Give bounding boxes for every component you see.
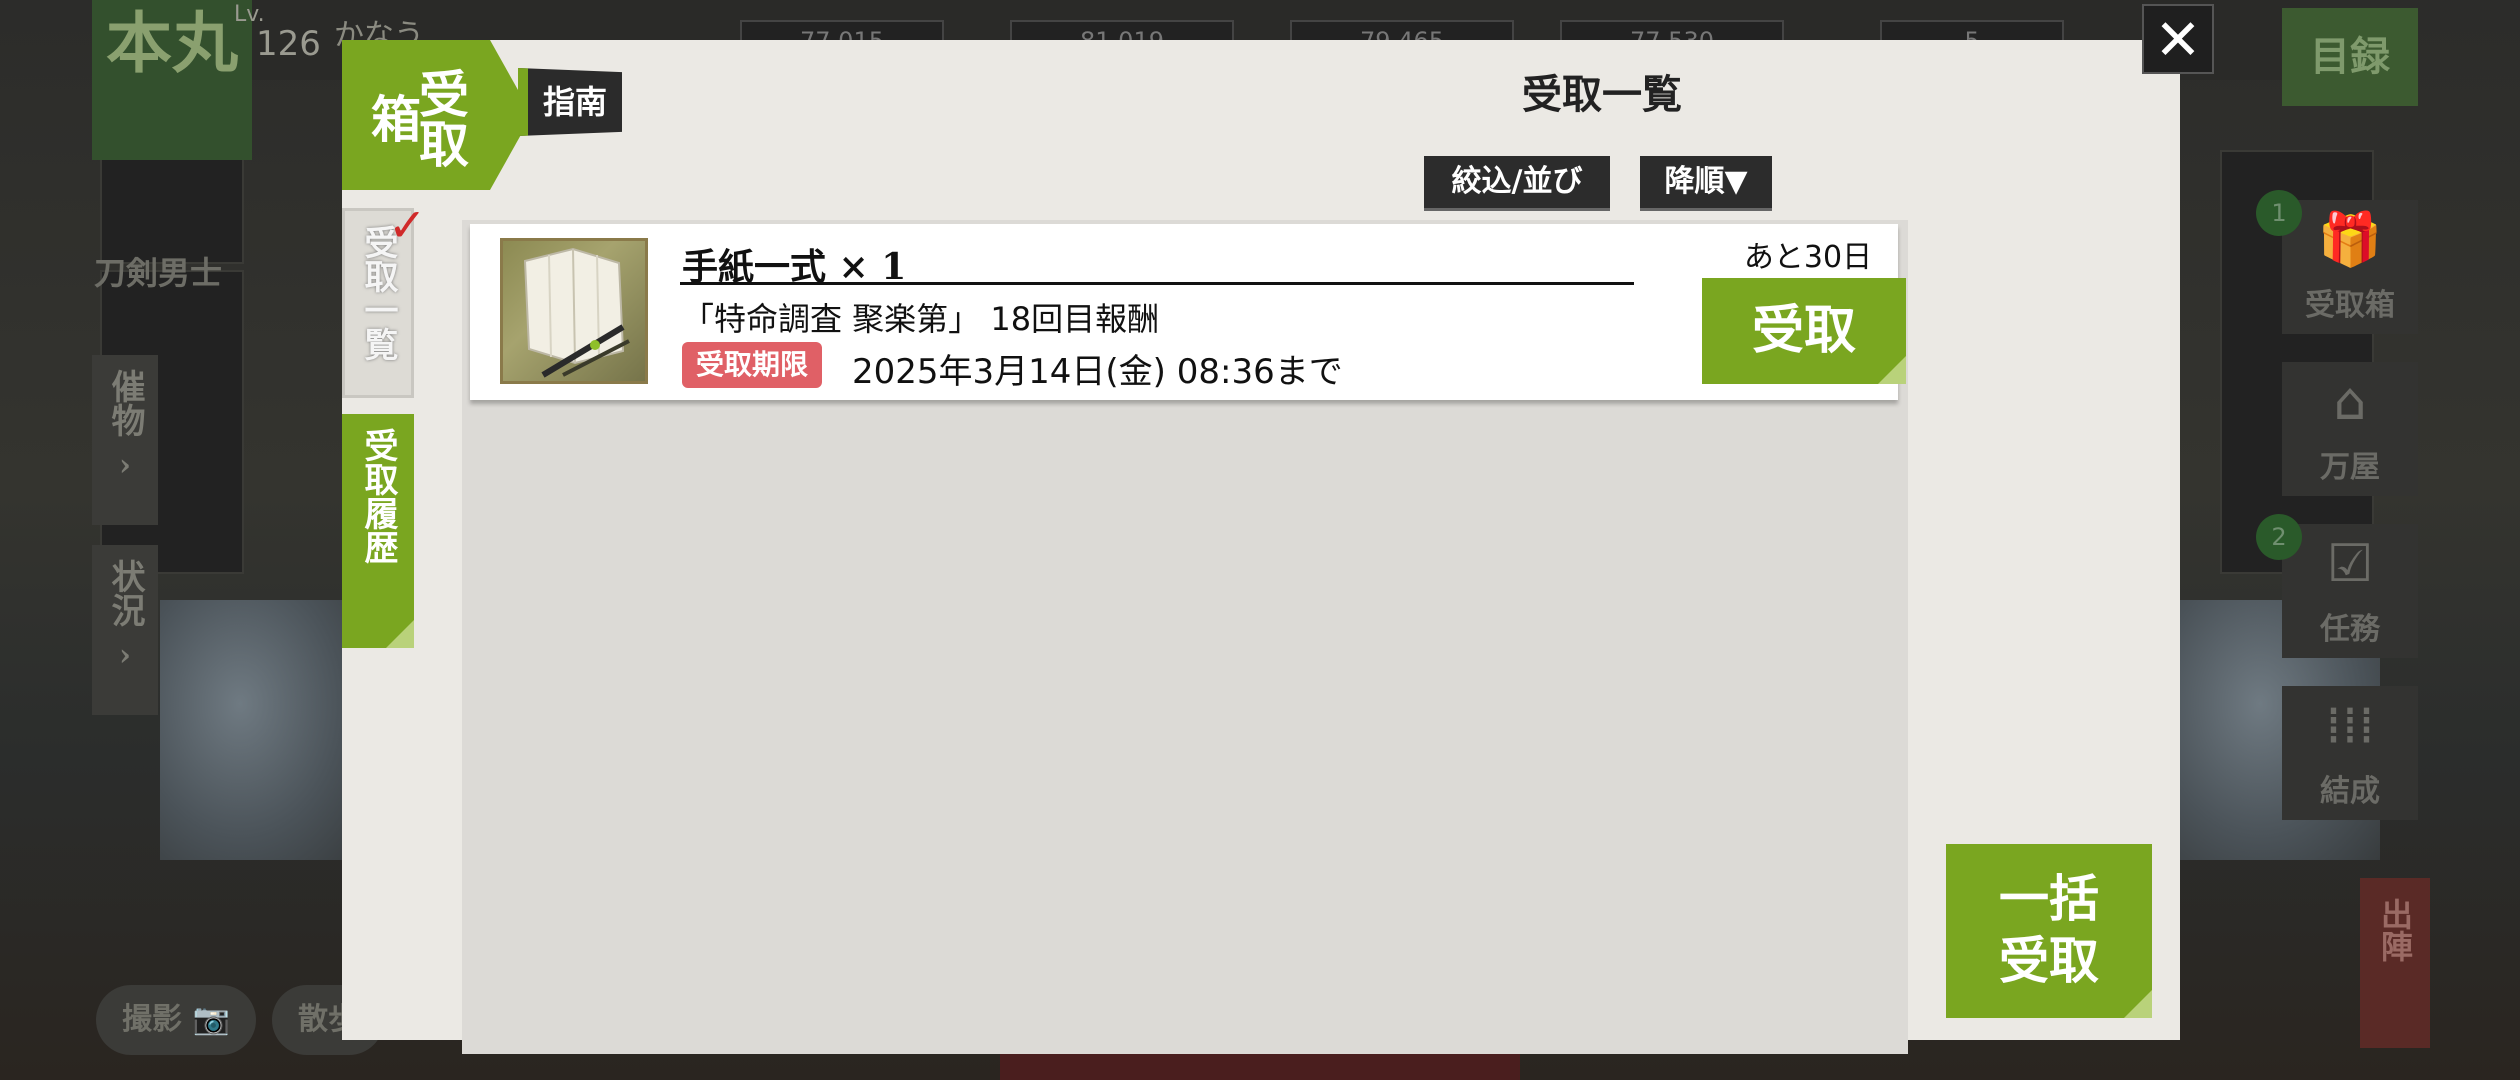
snow-garden <box>160 600 360 860</box>
filter-sort-button[interactable]: 絞込/並び <box>1424 156 1610 211</box>
missions-badge: 2 <box>2256 514 2302 560</box>
modal-title: 受取一覧 <box>1522 71 1682 118</box>
menu-shop[interactable]: ⌂ 万屋 <box>2282 362 2418 496</box>
mokuroku-label: 目録 <box>2310 33 2390 80</box>
check-icon: ✓ <box>388 198 427 252</box>
side-tab-label: 状況 <box>105 559 145 627</box>
inbox-badge: 1 <box>2256 190 2302 236</box>
inbox-box-text: 受取箱 <box>363 68 470 168</box>
menu-inbox[interactable]: 🎁 受取箱 <box>2282 200 2418 334</box>
sortie-label: 出陣 <box>2376 898 2414 962</box>
receive-button[interactable]: 受取 <box>1702 278 1906 384</box>
bulk-label-1: 一括 <box>1999 869 2099 928</box>
remaining-days: あと30日 <box>1743 240 1873 275</box>
photo-button[interactable]: 撮影 📷 <box>96 985 256 1055</box>
honmaru-label: 本丸 <box>106 4 238 82</box>
formation-icon: ⁞⁞⁞ <box>2325 696 2375 756</box>
tab-label: 受取履歴 <box>358 428 398 564</box>
katana-danshi-label: 刀剣男士 <box>94 254 223 292</box>
chevron-right-icon: › <box>119 448 131 483</box>
side-tab-status[interactable]: 状況 › <box>92 545 158 715</box>
guide-button[interactable]: 指南 <box>518 68 622 136</box>
side-tab-label: 催物 <box>105 369 145 437</box>
corner-decoration <box>1878 356 1906 384</box>
level-value: 126 <box>256 24 321 64</box>
menu-formation[interactable]: ⁞⁞⁞ 結成 <box>2282 686 2418 820</box>
deadline-text: 2025年3月14日(金) 08:36まで <box>852 352 1343 392</box>
photo-label: 撮影 <box>122 1002 182 1037</box>
chevron-right-icon: › <box>119 638 131 673</box>
corner-decoration <box>2124 990 2152 1018</box>
menu-label: 任務 <box>2320 612 2380 647</box>
mokuroku-button[interactable]: 目録 <box>2282 8 2418 106</box>
bulk-receive-button[interactable]: 一括 受取 <box>1946 844 2152 1018</box>
camera-icon: 📷 <box>192 1002 230 1037</box>
honmaru-button[interactable]: 本丸 <box>92 0 252 160</box>
inbox-box-label: 受取箱 <box>342 40 490 190</box>
menu-missions[interactable]: ☑ 任務 <box>2282 524 2418 658</box>
item-divider <box>680 282 1634 285</box>
tab-receive-history[interactable]: 受取履歴 <box>342 414 414 648</box>
corner-decoration <box>386 620 414 648</box>
gift-icon: 🎁 <box>2317 210 2383 270</box>
list-item: 手紙一式 × 1 「特命調査 聚楽第」 18回目報酬 受取期限 2025年3月1… <box>470 224 1906 400</box>
shop-icon: ⌂ <box>2333 372 2367 432</box>
side-tab-events[interactable]: 催物 › <box>92 355 158 525</box>
bulk-label-2: 受取 <box>1999 931 2099 990</box>
inbox-modal: 受取箱 指南 受取一覧 受取一覧 ✓ 受取履歴 絞込/並び 降順▼ 手紙一式 ×… <box>342 40 2180 1054</box>
sort-order-button[interactable]: 降順▼ <box>1640 156 1772 211</box>
close-icon[interactable]: ✕ <box>2142 4 2214 74</box>
checklist-icon: ☑ <box>2326 534 2374 594</box>
shoji-panel <box>100 150 244 264</box>
menu-label: 結成 <box>2320 774 2380 809</box>
letter-set-icon <box>500 238 648 384</box>
receive-label: 受取 <box>1751 300 1856 361</box>
menu-label: 万屋 <box>2320 450 2380 485</box>
item-description: 「特命調査 聚楽第」 18回目報酬 <box>682 300 1160 338</box>
sortie-button[interactable]: 出陣 <box>2360 878 2430 1048</box>
menu-label: 受取箱 <box>2305 288 2395 323</box>
deadline-badge: 受取期限 <box>682 342 823 388</box>
